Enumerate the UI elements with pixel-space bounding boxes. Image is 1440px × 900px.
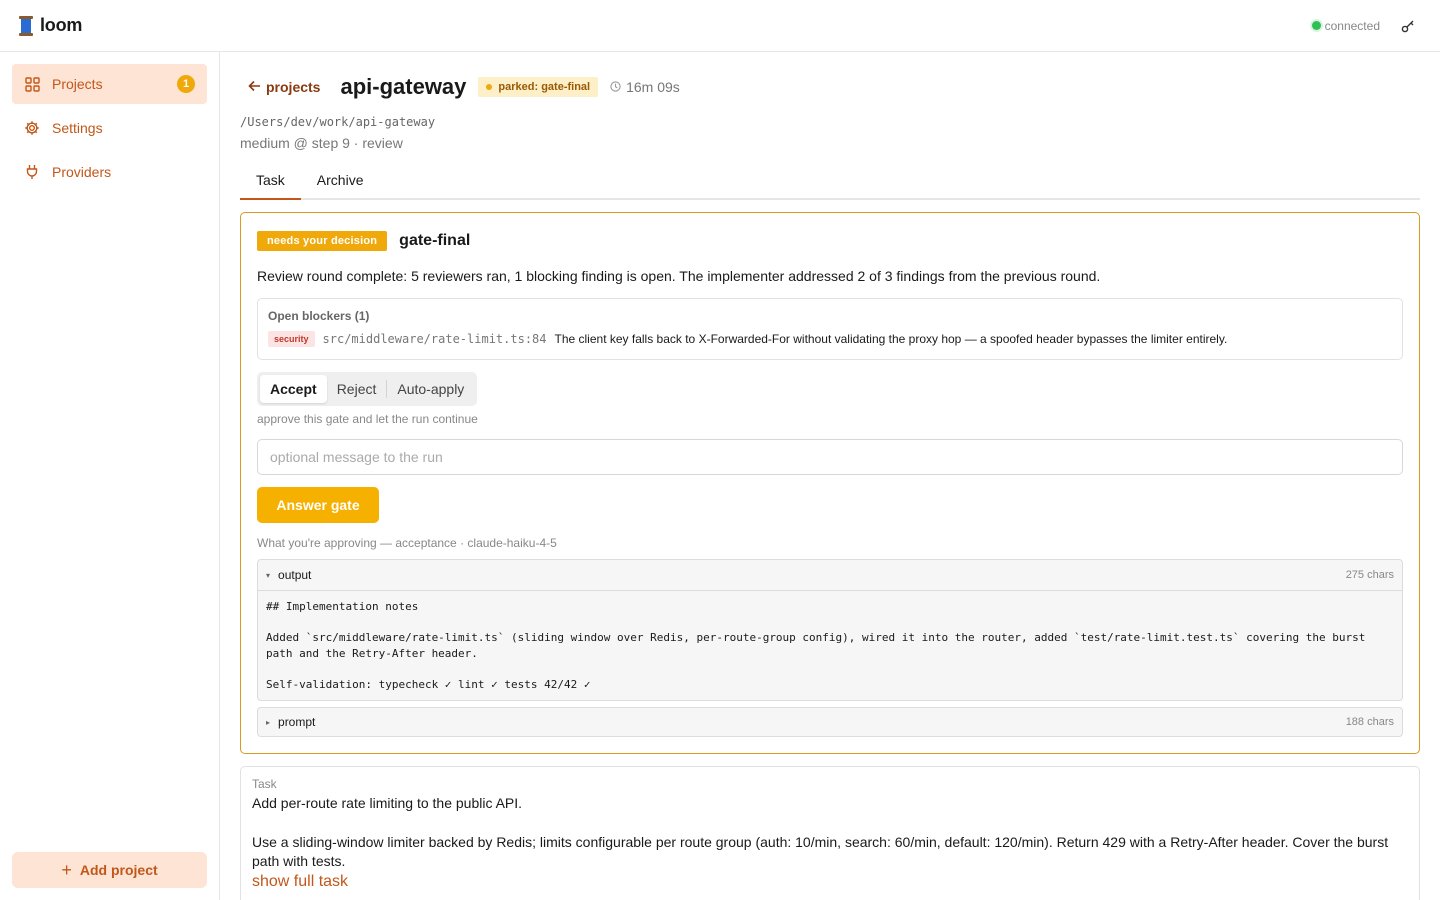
task-description: Add per-route rate limiting to the publi…	[252, 795, 1408, 883]
project-subtitle: medium @ step 9 · review	[240, 135, 403, 151]
connection-label: connected	[1324, 18, 1380, 33]
tab-bar: Task Archive	[240, 166, 1420, 200]
decision-badge: needs your decision	[257, 231, 388, 251]
status-dot-icon	[486, 84, 493, 90]
status-label: parked: gate-final	[498, 81, 591, 93]
output-line: ## Implementation notes	[266, 600, 419, 613]
key-icon[interactable]	[1400, 18, 1416, 34]
arrow-left-icon	[248, 79, 261, 95]
status-dot-icon	[1311, 21, 1321, 30]
output-line: Added `src/middleware/rate-limit.ts` (sl…	[266, 631, 1366, 660]
app-logo[interactable]: loom	[18, 15, 82, 36]
option-hint: approve this gate and let the run contin…	[257, 412, 478, 426]
output-label: output	[278, 568, 312, 582]
top-bar: loom connected	[0, 0, 1440, 52]
output-char-count: 275 chars	[1345, 569, 1394, 581]
main-content: projects api-gateway parked: gate-final …	[240, 52, 1420, 900]
sidebar-item-projects[interactable]: Projects 1	[12, 64, 207, 104]
gate-card: needs your decision gate-final Review ro…	[240, 212, 1420, 754]
gate-message-input[interactable]	[257, 439, 1403, 475]
project-path: /Users/dev/work/api-gateway	[240, 115, 436, 129]
connection-status: connected	[1311, 18, 1380, 33]
reject-option[interactable]: Reject	[327, 375, 387, 403]
output-line: Self-validation: typecheck ✓ lint ✓ test…	[266, 678, 591, 691]
answer-gate-button[interactable]: Answer gate	[257, 487, 379, 523]
blocker-file-ref[interactable]: src/middleware/rate-limit.ts:84	[323, 332, 547, 346]
decision-segmented-control: Accept Reject Auto-apply	[257, 372, 478, 406]
caret-down-icon: ▾	[266, 570, 271, 580]
spool-icon	[18, 15, 34, 36]
task-line: Add per-route rate limiting to the publi…	[252, 795, 523, 811]
sidebar-item-label: Providers	[52, 164, 112, 180]
open-blockers-panel: Open blockers (1) security src/middlewar…	[257, 298, 1403, 360]
plus-icon: +	[61, 859, 72, 880]
add-project-label: Add project	[79, 862, 158, 878]
grid-icon	[24, 76, 40, 92]
clock-icon	[610, 79, 621, 95]
blocker-category-tag: security	[268, 331, 315, 347]
blockers-title: Open blockers (1)	[268, 309, 370, 323]
gate-summary: Review round complete: 5 reviewers ran, …	[257, 268, 1101, 284]
output-panel-toggle[interactable]: ▾ output 275 chars	[258, 560, 1402, 590]
page-title: api-gateway	[340, 74, 467, 99]
gear-icon	[24, 120, 40, 136]
app-name: loom	[40, 15, 83, 35]
caret-right-icon: ▸	[266, 717, 271, 727]
sidebar-item-settings[interactable]: Settings	[12, 108, 207, 148]
blocker-description: The client key falls back to X-Forwarded…	[554, 332, 1228, 346]
prompt-panel-toggle[interactable]: ▸ prompt 188 chars	[257, 707, 1403, 737]
elapsed-label: 16m 09s	[626, 79, 680, 95]
sidebar: Projects 1 Settings Providers + Add proj…	[0, 52, 220, 900]
tab-archive[interactable]: Archive	[301, 166, 380, 200]
prompt-char-count: 188 chars	[1345, 716, 1394, 728]
task-label: Task	[252, 777, 277, 791]
task-card: Task Add per-route rate limiting to the …	[240, 766, 1420, 900]
plug-icon	[24, 164, 40, 180]
gate-header: needs your decision gate-final	[257, 231, 470, 251]
sidebar-item-providers[interactable]: Providers	[12, 152, 207, 192]
back-label: projects	[266, 79, 321, 95]
elapsed-timer: 16m 09s	[610, 79, 680, 95]
status-badge: parked: gate-final	[478, 77, 599, 97]
sidebar-item-label: Settings	[52, 120, 103, 136]
auto-apply-option[interactable]: Auto-apply	[387, 375, 474, 403]
projects-count-badge: 1	[177, 75, 195, 93]
add-project-button[interactable]: + Add project	[12, 852, 207, 888]
gate-name: gate-final	[399, 232, 471, 249]
accept-option[interactable]: Accept	[260, 375, 327, 403]
task-line: Use a sliding-window limiter backed by R…	[252, 834, 1389, 869]
project-header: projects api-gateway parked: gate-final …	[240, 74, 680, 100]
blocker-item: security src/middleware/rate-limit.ts:84…	[268, 331, 1392, 347]
show-full-task-link[interactable]: show full task	[252, 873, 349, 891]
prompt-label: prompt	[278, 715, 316, 729]
sidebar-item-label: Projects	[52, 76, 103, 92]
output-content: ## Implementation notes Added `src/middl…	[258, 590, 1402, 700]
tab-task[interactable]: Task	[240, 166, 301, 200]
output-panel: ▾ output 275 chars ## Implementation not…	[257, 559, 1403, 701]
back-to-projects-link[interactable]: projects	[240, 79, 320, 95]
approving-context: What you're approving — acceptance · cla…	[257, 536, 557, 550]
